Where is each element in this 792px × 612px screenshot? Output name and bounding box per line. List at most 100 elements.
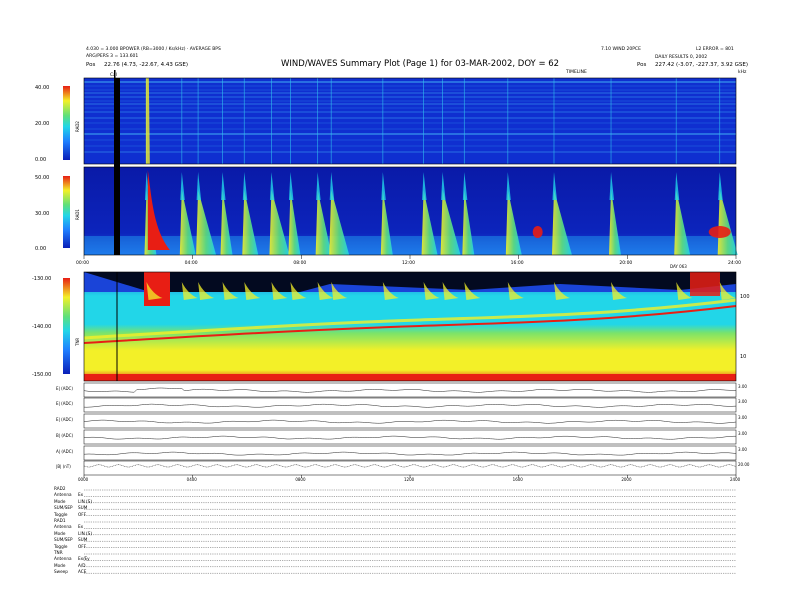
top-time-tick-label: 12:00 xyxy=(402,260,415,266)
line-plots: E| (ADC) 3.00 E| (ADC) 3.00 E| (ADC) 3.00 B| (… xyxy=(56,382,750,476)
rad1-colorbar xyxy=(63,176,70,248)
rad2-tick: 40.00 xyxy=(35,85,49,91)
settings-key: Toggle xyxy=(54,511,68,517)
line-panel-label: B| (ADC) xyxy=(56,433,74,438)
line-panel-label: E| (ADC) xyxy=(56,401,73,406)
settings-key: Antenna xyxy=(54,556,72,562)
bottom-time-axis: 0000 0400 0800 1200 1600 2000 2400 xyxy=(78,475,741,482)
settings-value: LIN (S) xyxy=(78,498,92,504)
settings-row: Mode LIN (S) xyxy=(54,499,92,504)
settings-value: LIN (S) xyxy=(78,530,92,536)
settings-value: Ex xyxy=(78,492,84,498)
line-trace xyxy=(83,387,736,393)
settings-value: SUM xyxy=(78,537,88,543)
rad1-tick: 50.00 xyxy=(35,175,49,181)
tnr-panel xyxy=(83,271,737,382)
settings-row: TNR xyxy=(54,550,78,555)
settings-value: A/D xyxy=(78,562,86,568)
settings-key: RAD2 xyxy=(54,486,66,491)
line-panel-label: A| (ADC) xyxy=(56,449,74,454)
rad2-panel xyxy=(83,77,737,165)
settings-key: SUM/SEP xyxy=(54,505,73,511)
settings-key: SUM/SEP xyxy=(54,537,73,543)
settings-row: Antenna Ex/Ey xyxy=(54,556,90,561)
top-time-tick-label: 00:00 xyxy=(76,260,89,266)
tnr-tick: -130.00 xyxy=(32,276,51,282)
settings-rules xyxy=(84,489,736,574)
line-panel-right-label: 3.00 xyxy=(738,447,747,452)
settings-key: Mode xyxy=(54,562,66,568)
line-trace xyxy=(83,464,737,468)
settings-key: Antenna xyxy=(54,492,72,498)
settings-row: Mode A/D xyxy=(54,563,86,568)
tnr-tick: -150.00 xyxy=(32,372,51,378)
rad1-red-patch xyxy=(708,226,731,238)
line-panel-right-label: 20.00 xyxy=(738,462,750,467)
settings-value: ACE xyxy=(78,569,87,575)
tnr-label: TNR xyxy=(75,338,80,347)
tnr-red-burst-late xyxy=(690,272,720,296)
rad1-tick: 30.00 xyxy=(35,211,49,217)
top-time-tick-label: 20:00 xyxy=(619,260,632,266)
settings-key: Mode xyxy=(54,498,66,504)
rad2-tick: 20.00 xyxy=(35,121,49,127)
settings-value: Ex/Ey xyxy=(78,556,90,562)
tnr-right-tick: 10 xyxy=(740,354,746,360)
tnr-tick: -140.00 xyxy=(32,324,51,330)
settings-key: Toggle xyxy=(54,543,68,549)
settings-value: OFF xyxy=(78,511,87,517)
line-panel-right-label: 3.00 xyxy=(738,415,747,420)
line-panel-label: E| (ADC) xyxy=(56,417,73,422)
rad1-red-patch xyxy=(532,226,543,238)
tnr-right-tick: 100 xyxy=(740,294,750,300)
line-panel-right-label: 3.00 xyxy=(738,431,747,436)
settings-value: SUM xyxy=(78,505,88,511)
settings-row: Toggle OFF xyxy=(54,512,86,517)
line-panel-frame xyxy=(83,460,737,476)
settings-row: RAD1 xyxy=(54,518,78,523)
settings-row: Sweep ACE xyxy=(54,569,86,574)
rad1-panel xyxy=(83,166,738,256)
bottom-time-tick-label: 1200 xyxy=(404,477,415,482)
settings-row: Antenna Ex xyxy=(54,492,83,497)
top-time-tick-label: 04:00 xyxy=(185,260,198,266)
settings-row: RAD2 xyxy=(54,486,78,491)
settings-key: Mode xyxy=(54,530,66,536)
line-panel-frame xyxy=(83,382,737,398)
settings-key: TNR xyxy=(54,550,63,555)
top-time-tick-label: 24:00 xyxy=(728,260,741,266)
line-trace xyxy=(83,419,737,424)
settings-key: Antenna xyxy=(54,524,72,530)
top-time-tick-label: 16:00 xyxy=(511,260,524,266)
bottom-time-tick-label: 1600 xyxy=(513,477,524,482)
cal-marker xyxy=(114,70,116,78)
bottom-time-tick-label: 0400 xyxy=(187,477,198,482)
line-trace xyxy=(83,403,737,408)
settings-row: SUM/SEP SUM xyxy=(54,505,87,510)
rad2-tick: 0.00 xyxy=(35,157,46,163)
rad1-label: RAD1 xyxy=(75,209,80,220)
settings-row: Antenna Ex xyxy=(54,524,83,529)
top-time-axis: 00:00 04:00 08:00 12:00 16:00 20:00 24:00 xyxy=(76,255,741,266)
line-panel-right-label: 3.00 xyxy=(738,399,747,404)
rad1-tick: 0.00 xyxy=(35,246,46,252)
top-time-tick-label: 08:00 xyxy=(293,260,306,266)
tnr-bottom-band xyxy=(84,374,736,381)
data-gap-bar xyxy=(114,78,120,255)
line-panel-frame xyxy=(83,413,737,429)
settings-value: OFF xyxy=(78,543,87,549)
line-panel-label: |B| (nT) xyxy=(56,464,71,469)
bottom-time-tick-label: 0800 xyxy=(295,477,306,482)
settings-row: Mode LIN (S) xyxy=(54,531,92,536)
tnr-corner-label: DAY 063 xyxy=(670,264,687,269)
settings-key: RAD1 xyxy=(54,518,66,523)
settings-value: Ex xyxy=(78,524,84,530)
settings-row: Toggle OFF xyxy=(54,544,86,549)
line-panel-frame xyxy=(83,445,737,461)
tnr-colorbar xyxy=(63,278,70,374)
rad2-label: RAD2 xyxy=(75,121,80,132)
line-panel-label: E| (ADC) xyxy=(56,386,73,391)
bottom-time-tick-label: 2400 xyxy=(730,477,741,482)
line-trace xyxy=(83,435,736,440)
rad2-colorbar xyxy=(63,86,70,160)
